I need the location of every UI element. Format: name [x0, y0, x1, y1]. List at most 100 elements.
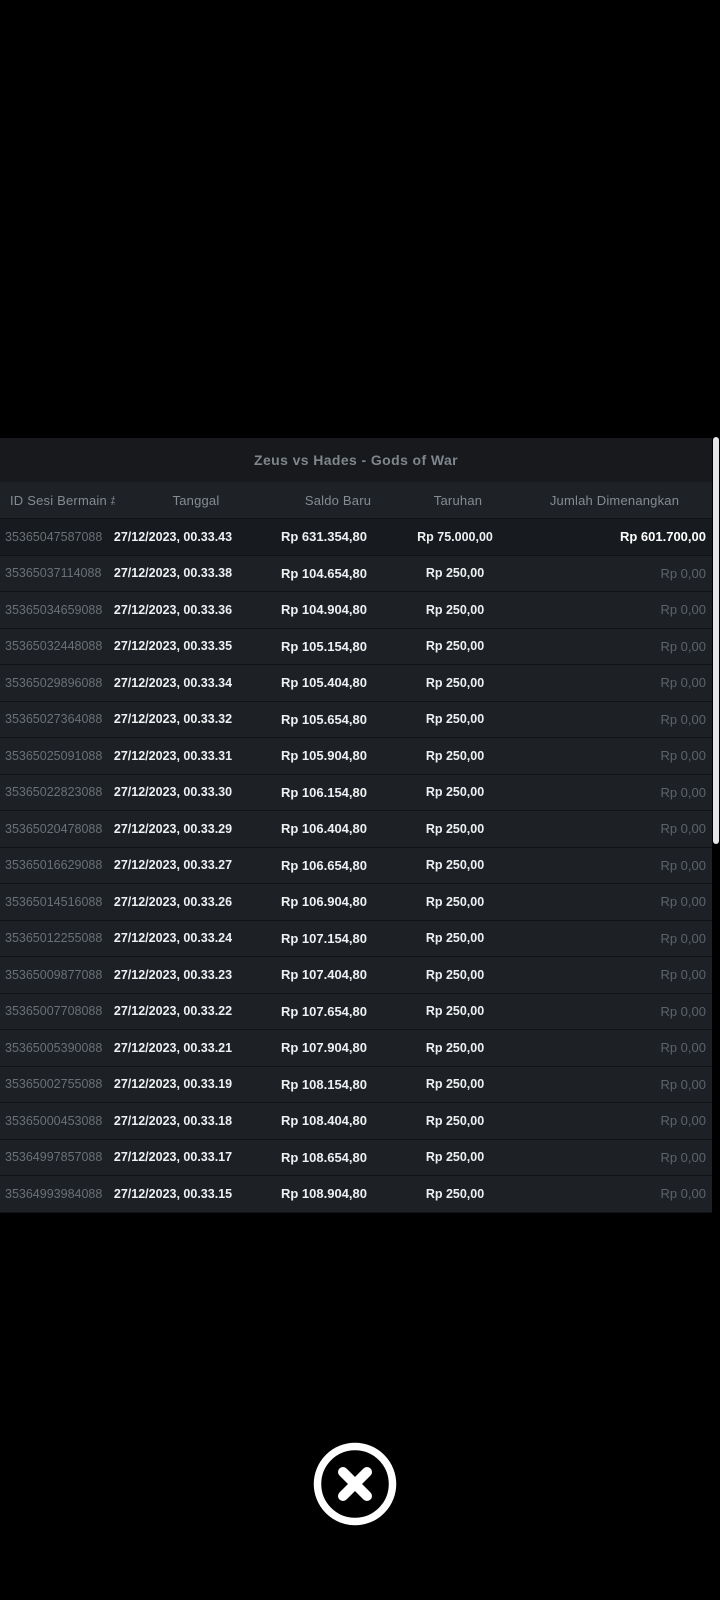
cell-amount-won: Rp 0,00: [660, 1113, 706, 1129]
cell-date: 27/12/2023, 00.33.36: [113, 602, 233, 617]
cell-session-id: 35365000453088: [5, 1113, 103, 1128]
cell-amount-won: Rp 601.700,00: [619, 529, 706, 545]
cell-bet: Rp 250,00: [425, 639, 485, 654]
table-row: 35365009877088 27/12/2023, 00.33.23 Rp 1…: [0, 957, 712, 994]
cell-new-balance: Rp 107.904,80: [280, 1040, 367, 1056]
table-row: 35365025091088 27/12/2023, 00.33.31 Rp 1…: [0, 738, 712, 775]
cell-amount-won: Rp 0,00: [660, 1149, 706, 1165]
cell-new-balance: Rp 107.404,80: [280, 967, 367, 983]
cell-new-balance: Rp 105.404,80: [280, 675, 367, 691]
cell-bet: Rp 250,00: [425, 821, 485, 836]
cell-new-balance: Rp 104.904,80: [280, 602, 367, 618]
close-icon: [313, 1442, 397, 1526]
cell-amount-won: Rp 0,00: [660, 602, 706, 618]
cell-session-id: 35365029896088: [5, 675, 103, 690]
cell-date: 27/12/2023, 00.33.22: [113, 1004, 233, 1019]
cell-bet: Rp 250,00: [425, 712, 485, 727]
table-header-row: ID Sesi Bermain # Tanggal Saldo Baru Tar…: [0, 482, 712, 519]
cell-amount-won: Rp 0,00: [660, 967, 706, 983]
table-row: 35365027364088 27/12/2023, 00.33.32 Rp 1…: [0, 701, 712, 738]
cell-new-balance: Rp 104.654,80: [280, 565, 367, 581]
cell-new-balance: Rp 107.654,80: [280, 1003, 367, 1019]
column-header-amount-won: Jumlah Dimenangkan: [549, 492, 680, 508]
cell-bet: Rp 250,00: [425, 675, 485, 690]
table-row: 35365034659088 27/12/2023, 00.33.36 Rp 1…: [0, 592, 712, 629]
cell-session-id: 35365022823088: [5, 785, 103, 800]
column-header-date: Tanggal: [172, 492, 220, 508]
column-header-bet: Taruhan: [433, 492, 483, 508]
cell-session-id: 35365014516088: [5, 894, 103, 909]
cell-date: 27/12/2023, 00.33.15: [113, 1186, 233, 1201]
cell-bet: Rp 250,00: [425, 1186, 485, 1201]
cell-amount-won: Rp 0,00: [660, 1076, 706, 1092]
cell-date: 27/12/2023, 00.33.17: [113, 1150, 233, 1165]
cell-bet: Rp 250,00: [425, 602, 485, 617]
cell-amount-won: Rp 0,00: [660, 711, 706, 727]
cell-new-balance: Rp 105.904,80: [280, 748, 367, 764]
cell-amount-won: Rp 0,00: [660, 675, 706, 691]
cell-bet: Rp 250,00: [425, 931, 485, 946]
cell-amount-won: Rp 0,00: [660, 894, 706, 910]
cell-session-id: 35365009877088: [5, 967, 103, 982]
cell-amount-won: Rp 0,00: [660, 638, 706, 654]
cell-bet: Rp 250,00: [425, 1004, 485, 1019]
cell-session-id: 35365007708088: [5, 1004, 103, 1019]
cell-bet: Rp 250,00: [425, 1150, 485, 1165]
cell-amount-won: Rp 0,00: [660, 1186, 706, 1202]
cell-date: 27/12/2023, 00.33.29: [113, 821, 233, 836]
cell-session-id: 35365002755088: [5, 1077, 103, 1092]
table-row: 35365002755088 27/12/2023, 00.33.19 Rp 1…: [0, 1066, 712, 1103]
close-button[interactable]: [313, 1442, 397, 1526]
cell-bet: Rp 250,00: [425, 1040, 485, 1055]
screen: { "dialog": { "title": "Zeus vs Hades - …: [0, 0, 720, 1600]
table-row: 35365005390088 27/12/2023, 00.33.21 Rp 1…: [0, 1030, 712, 1067]
cell-date: 27/12/2023, 00.33.23: [113, 967, 233, 982]
cell-session-id: 35365034659088: [5, 602, 103, 617]
cell-session-id: 35365020478088: [5, 821, 103, 836]
cell-amount-won: Rp 0,00: [660, 784, 706, 800]
table-row: 35365016629088 27/12/2023, 00.33.27 Rp 1…: [0, 847, 712, 884]
table-row: 35365014516088 27/12/2023, 00.33.26 Rp 1…: [0, 884, 712, 921]
cell-amount-won: Rp 0,00: [660, 857, 706, 873]
scrollbar-thumb[interactable]: [713, 437, 719, 844]
table-row: 35365032448088 27/12/2023, 00.33.35 Rp 1…: [0, 628, 712, 665]
cell-date: 27/12/2023, 00.33.21: [113, 1040, 233, 1055]
cell-new-balance: Rp 108.654,80: [280, 1149, 367, 1165]
cell-date: 27/12/2023, 00.33.18: [113, 1113, 233, 1128]
cell-new-balance: Rp 108.154,80: [280, 1076, 367, 1092]
dialog-title-bar: Zeus vs Hades - Gods of War: [0, 438, 712, 482]
cell-new-balance: Rp 106.904,80: [280, 894, 367, 910]
table-row: 35365007708088 27/12/2023, 00.33.22 Rp 1…: [0, 993, 712, 1030]
cell-new-balance: Rp 106.654,80: [280, 857, 367, 873]
cell-amount-won: Rp 0,00: [660, 1003, 706, 1019]
cell-amount-won: Rp 0,00: [660, 821, 706, 837]
cell-bet: Rp 250,00: [425, 1113, 485, 1128]
cell-date: 27/12/2023, 00.33.38: [113, 566, 233, 581]
cell-session-id: 35365027364088: [5, 712, 103, 727]
cell-new-balance: Rp 107.154,80: [280, 930, 367, 946]
cell-new-balance: Rp 108.404,80: [280, 1113, 367, 1129]
table-row: 35365000453088 27/12/2023, 00.33.18 Rp 1…: [0, 1103, 712, 1140]
cell-new-balance: Rp 106.154,80: [280, 784, 367, 800]
cell-session-id: 35365032448088: [5, 639, 103, 654]
cell-amount-won: Rp 0,00: [660, 565, 706, 581]
column-header-new-balance: Saldo Baru: [304, 492, 372, 508]
table-row: 35364997857088 27/12/2023, 00.33.17 Rp 1…: [0, 1139, 712, 1176]
cell-date: 27/12/2023, 00.33.43: [113, 529, 233, 544]
dialog-title: Zeus vs Hades - Gods of War: [254, 452, 458, 468]
cell-date: 27/12/2023, 00.33.30: [113, 785, 233, 800]
cell-session-id: 35365025091088: [5, 748, 103, 763]
history-table-body: 35365047587088 27/12/2023, 00.33.43 Rp 6…: [0, 519, 712, 1213]
table-row: 35365047587088 27/12/2023, 00.33.43 Rp 6…: [0, 519, 712, 556]
cell-bet: Rp 250,00: [425, 967, 485, 982]
cell-new-balance: Rp 105.654,80: [280, 711, 367, 727]
cell-bet: Rp 250,00: [425, 894, 485, 909]
cell-session-id: 35365012255088: [5, 931, 103, 946]
cell-session-id: 35365037114088: [5, 566, 102, 581]
cell-date: 27/12/2023, 00.33.35: [113, 639, 233, 654]
cell-date: 27/12/2023, 00.33.27: [113, 858, 233, 873]
table-row: 35365012255088 27/12/2023, 00.33.24 Rp 1…: [0, 920, 712, 957]
cell-date: 27/12/2023, 00.33.32: [113, 712, 233, 727]
cell-date: 27/12/2023, 00.33.19: [113, 1077, 233, 1092]
cell-bet: Rp 250,00: [425, 858, 485, 873]
